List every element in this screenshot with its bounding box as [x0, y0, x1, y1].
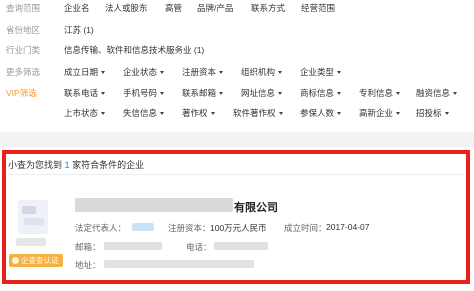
founded-value: 2017-04-07	[326, 222, 370, 232]
vip-dropdown-phone[interactable]: 联系电话	[64, 86, 105, 100]
founded-label: 成立时间：	[284, 223, 327, 233]
filter-dropdown-organization[interactable]: 组织机构	[241, 65, 282, 79]
filter-label-more: 更多筛选	[6, 67, 41, 77]
scope-option-brand-product[interactable]: 品牌/产品	[197, 1, 233, 15]
vip-dropdown-listing-status[interactable]: 上市状态	[64, 106, 105, 120]
vip-dropdown-bidding[interactable]: 招投标	[416, 106, 449, 120]
scope-option-company-name[interactable]: 企业名	[64, 1, 90, 15]
filter-row-vip-2: 上市状态 失信信息 著作权 软件著作权 参保人数 高新企业 招投标	[0, 106, 474, 120]
address-label: 地址：	[75, 260, 101, 270]
filter-dropdown-company-type[interactable]: 企业类型	[300, 65, 341, 79]
results-panel: 小查为您找到 1 家符合条件的企业 企查查认证 有限公司 法定代表人： 注册资本…	[0, 147, 474, 291]
address-blurred[interactable]	[104, 260, 254, 268]
summary-count: 1	[64, 160, 70, 170]
phone-blurred[interactable]	[214, 242, 268, 250]
reg-capital-value: 100万元人民币	[210, 223, 267, 233]
certification-badge[interactable]: 企查查认证	[9, 254, 63, 267]
filter-dropdown-reg-capital[interactable]: 注册资本	[182, 65, 223, 79]
filter-row-search-scope: 查询范围 企业名 法人或股东 高管 品牌/产品 联系方式 经营范围	[0, 1, 474, 15]
scope-option-legal-shareholder[interactable]: 法人或股东	[105, 1, 148, 15]
vip-dropdown-insured-count[interactable]: 参保人数	[300, 106, 341, 120]
scope-option-business-scope[interactable]: 经营范围	[301, 1, 335, 15]
filter-label-province: 省份地区	[6, 25, 41, 35]
company-name-suffix[interactable]: 有限公司	[234, 199, 278, 215]
section-separator	[0, 132, 474, 147]
scope-option-contact[interactable]: 联系方式	[251, 1, 285, 15]
email-label: 邮箱：	[75, 242, 101, 252]
medal-icon	[12, 257, 19, 264]
vip-dropdown-website[interactable]: 网址信息	[241, 86, 282, 100]
scope-option-executive[interactable]: 高管	[165, 1, 182, 15]
filter-label-vip: VIP筛选	[6, 88, 37, 98]
vip-dropdown-patent[interactable]: 专利信息	[359, 86, 400, 100]
summary-suffix: 家符合条件的企业	[72, 160, 145, 170]
logo-blurred-text	[24, 218, 44, 225]
vip-dropdown-copyright[interactable]: 著作权	[182, 106, 215, 120]
filter-label-search-scope: 查询范围	[6, 3, 41, 13]
vip-dropdown-dishonesty[interactable]: 失信信息	[123, 106, 164, 120]
province-option-jiangsu[interactable]: 江苏 (1)	[64, 23, 94, 37]
vip-dropdown-financing[interactable]: 融资信息	[416, 86, 457, 100]
industry-option-it[interactable]: 信息传输、软件和信息技术服务业 (1)	[64, 43, 204, 57]
vip-dropdown-high-tech[interactable]: 高新企业	[359, 106, 400, 120]
phone-label: 电话：	[186, 242, 212, 252]
summary-prefix: 小查为您找到	[8, 160, 63, 170]
results-summary: 小查为您找到 1 家符合条件的企业	[8, 158, 144, 171]
legal-rep-blurred[interactable]	[132, 223, 154, 231]
company-logo[interactable]	[18, 200, 48, 234]
filter-panel: 查询范围 企业名 法人或股东 高管 品牌/产品 联系方式 经营范围 省份地区 江…	[0, 0, 474, 132]
vip-dropdown-software-copyright[interactable]: 软件著作权	[233, 106, 283, 120]
logo-blurred-mark	[22, 206, 36, 214]
results-divider	[6, 174, 464, 175]
filter-label-industry: 行业门类	[6, 45, 41, 55]
filter-dropdown-founded-date[interactable]: 成立日期	[64, 65, 105, 79]
filter-row-province: 省份地区 江苏 (1)	[0, 23, 474, 37]
filter-row-more: 更多筛选 成立日期 企业状态 注册资本 组织机构 企业类型	[0, 65, 474, 79]
legal-rep-label: 法定代表人：	[75, 223, 127, 233]
filter-row-industry: 行业门类 信息传输、软件和信息技术服务业 (1)	[0, 43, 474, 57]
vip-dropdown-email[interactable]: 联系邮箱	[182, 86, 223, 100]
filter-row-vip: VIP筛选 联系电话 手机号码 联系邮箱 网址信息 商标信息 专利信息 融资信息	[0, 86, 474, 100]
email-blurred[interactable]	[104, 242, 162, 250]
certification-badge-label: 企查查认证	[21, 256, 59, 265]
logo-caption-blurred	[16, 238, 46, 246]
filter-dropdown-company-status[interactable]: 企业状态	[123, 65, 164, 79]
reg-capital-label: 注册资本：	[168, 223, 211, 233]
vip-dropdown-mobile[interactable]: 手机号码	[123, 86, 164, 100]
company-name-blurred[interactable]	[75, 198, 233, 212]
vip-dropdown-trademark[interactable]: 商标信息	[300, 86, 341, 100]
